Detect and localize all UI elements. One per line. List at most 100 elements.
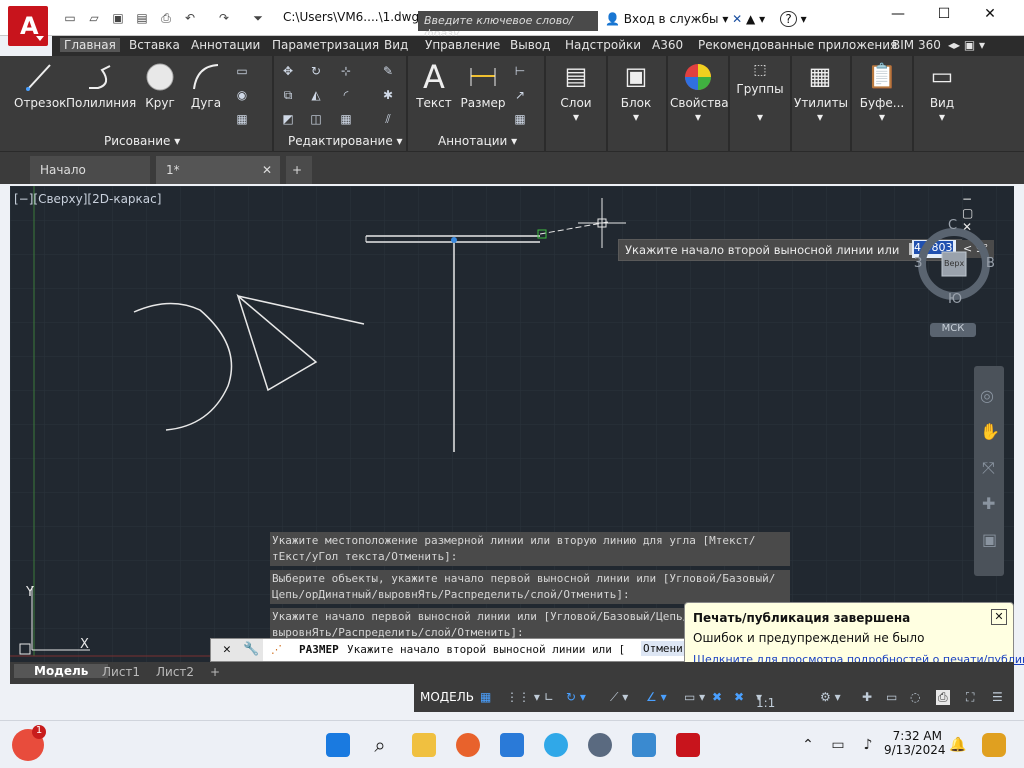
start-icon[interactable] — [326, 733, 350, 757]
autoscale-icon[interactable]: ✖ — [734, 690, 744, 704]
account-icon[interactable]: ▲ — [746, 12, 755, 26]
array-icon[interactable]: ▦ — [338, 112, 354, 126]
isolate-icon[interactable]: ◌ — [910, 690, 920, 704]
move-icon[interactable]: ✥ — [280, 64, 296, 78]
ucs-menu[interactable]: МСК — [930, 323, 976, 337]
settings-icon[interactable] — [588, 733, 612, 757]
region-icon[interactable]: ▦ — [234, 112, 250, 126]
file-explorer-icon[interactable] — [412, 733, 436, 757]
zoom-extents-icon[interactable]: ⤧ — [982, 458, 995, 478]
arc-button[interactable]: Дуга — [186, 62, 226, 110]
undo-icon[interactable]: ↶ — [182, 11, 198, 27]
open-folder-icon[interactable]: ▱ — [86, 11, 102, 27]
tab-a360[interactable]: A360 — [652, 38, 683, 52]
utilities-button[interactable]: ▦ Утилиты ▾ — [794, 62, 848, 124]
showmotion-icon[interactable]: ▣ — [982, 530, 997, 549]
search-icon[interactable]: ⌕ — [368, 733, 392, 757]
tab-layout2[interactable]: Лист2 — [156, 665, 194, 679]
mirror-icon[interactable]: ◭ — [308, 88, 324, 102]
layers-button[interactable]: ▤ Слои ▾ — [552, 62, 600, 124]
copilot-icon[interactable] — [982, 733, 1006, 757]
linear-dim-icon[interactable]: ⊢ — [512, 64, 528, 78]
minimize-button[interactable]: — — [876, 6, 920, 30]
tab-featured-apps[interactable]: Рекомендованные приложения — [698, 38, 897, 52]
steering-wheel-icon[interactable]: ◎ — [980, 386, 994, 405]
maximize-button[interactable]: ☐ — [922, 6, 966, 30]
tab-home[interactable]: Главная — [60, 38, 120, 52]
customize-menu-icon[interactable]: ☰ — [992, 690, 1003, 704]
compass-east[interactable]: В — [986, 256, 995, 271]
notification-close-button[interactable]: ✕ — [991, 609, 1007, 625]
hatch-icon[interactable]: ◉ — [234, 88, 250, 102]
drawing-canvas[interactable]: Y X [−][Сверху][2D-каркас] − ▢ ✕ Укажите… — [10, 186, 1014, 666]
notifications-bell-icon[interactable]: 🔔 — [946, 733, 970, 757]
properties-button[interactable]: Свойства ▾ — [670, 62, 729, 124]
block-button[interactable]: ▣ Блок ▾ — [612, 62, 660, 124]
line-button[interactable]: Отрезок — [14, 62, 66, 110]
autocad-menu-button[interactable]: A — [8, 6, 48, 46]
explode-icon[interactable]: ✱ — [380, 88, 396, 102]
edge-icon[interactable] — [544, 733, 568, 757]
groups-button[interactable]: ⬚ Группы ▾ — [734, 62, 786, 124]
circle-button[interactable]: Круг — [140, 62, 180, 110]
print-icon[interactable]: ⎙ — [158, 11, 174, 27]
fullscreen-icon[interactable]: ⛶ — [966, 690, 974, 705]
app-notification-icon[interactable]: 1 — [12, 725, 46, 761]
close-command-icon[interactable]: ✕ — [223, 642, 231, 657]
tab-output[interactable]: Вывод — [510, 38, 550, 52]
redo-icon[interactable]: ↷ — [216, 11, 232, 27]
dimension-button[interactable]: Размер — [460, 62, 506, 110]
annotation-panel-title[interactable]: Аннотации ▾ — [438, 134, 517, 148]
tray-chevron-icon[interactable]: ⌃ — [796, 733, 820, 757]
annotation-visibility-icon[interactable]: ✖ — [712, 690, 722, 704]
save-as-icon[interactable]: ▤ — [134, 11, 150, 27]
rotate-icon[interactable]: ↻ — [308, 64, 324, 78]
polar-icon[interactable]: ↻ ▾ — [566, 690, 586, 704]
units-icon[interactable]: ▭ — [886, 690, 897, 704]
copy-icon[interactable]: ⧉ — [280, 88, 296, 102]
tab-model[interactable]: Модель — [14, 664, 109, 678]
orbit-icon[interactable]: ✚ — [982, 494, 995, 513]
ortho-icon[interactable]: ∟ — [544, 690, 554, 704]
clipboard-button[interactable]: 📋 Буфе... ▾ — [856, 62, 908, 124]
compass-west[interactable]: З — [914, 256, 922, 271]
grid-icon[interactable]: ▦ — [480, 690, 491, 704]
volume-icon[interactable]: ♪ — [856, 733, 880, 757]
help-icon[interactable]: ? — [780, 11, 797, 27]
firefox-icon[interactable] — [456, 733, 480, 757]
erase-icon[interactable]: ✎ — [380, 64, 396, 78]
print-status-icon[interactable]: ⎙ — [936, 690, 950, 705]
tab-insert[interactable]: Вставка — [129, 38, 180, 52]
text-button[interactable]: A Текст — [414, 61, 454, 110]
tab-document[interactable]: 1* ✕ — [156, 156, 280, 184]
tab-view[interactable]: Вид — [384, 38, 408, 52]
trim-icon[interactable]: ⊹ — [338, 64, 354, 78]
tab-bim360[interactable]: BIM 360 — [892, 38, 941, 52]
stretch-icon[interactable]: ◩ — [280, 112, 296, 126]
leader-icon[interactable]: ↗ — [512, 88, 528, 102]
polyline-button[interactable]: Полилиния — [66, 62, 136, 110]
isodraft-icon[interactable]: ⟋ ▾ — [610, 690, 628, 705]
lineweight-icon[interactable]: ▭ ▾ — [684, 690, 705, 704]
table-icon[interactable]: ▦ — [512, 112, 528, 126]
tab-annotate[interactable]: Аннотации — [191, 38, 260, 52]
display-icon[interactable]: ▭ — [826, 733, 850, 757]
qat-dropdown-icon[interactable]: ⏷ — [250, 11, 266, 27]
autocad-taskbar-icon[interactable] — [676, 733, 700, 757]
osnap-tracking-icon[interactable]: ∠ ▾ — [646, 690, 667, 704]
viewcube[interactable]: С Ю З В Верх МСК — [914, 216, 995, 337]
model-space-toggle[interactable]: МОДЕЛЬ — [420, 690, 474, 704]
workspace-gear-icon[interactable]: ⚙ ▾ — [820, 690, 841, 704]
add-layout-button[interactable]: + — [210, 665, 220, 679]
tab-start[interactable]: Начало — [30, 156, 150, 184]
viewport-controls-label[interactable]: [−][Сверху][2D-каркас] — [14, 192, 161, 206]
close-button[interactable]: ✕ — [968, 6, 1012, 30]
compass-north[interactable]: С — [948, 218, 957, 233]
new-tab-button[interactable]: + — [286, 156, 312, 184]
snap-icon[interactable]: ⋮⋮ ▾ — [506, 690, 540, 704]
notepad-icon[interactable] — [500, 733, 524, 757]
draw-panel-title[interactable]: Рисование ▾ — [104, 134, 180, 148]
viewcube-top-face[interactable]: Верх — [944, 259, 964, 268]
fillet-icon[interactable]: ◜ — [338, 88, 354, 102]
new-file-icon[interactable]: ▭ — [62, 11, 78, 27]
